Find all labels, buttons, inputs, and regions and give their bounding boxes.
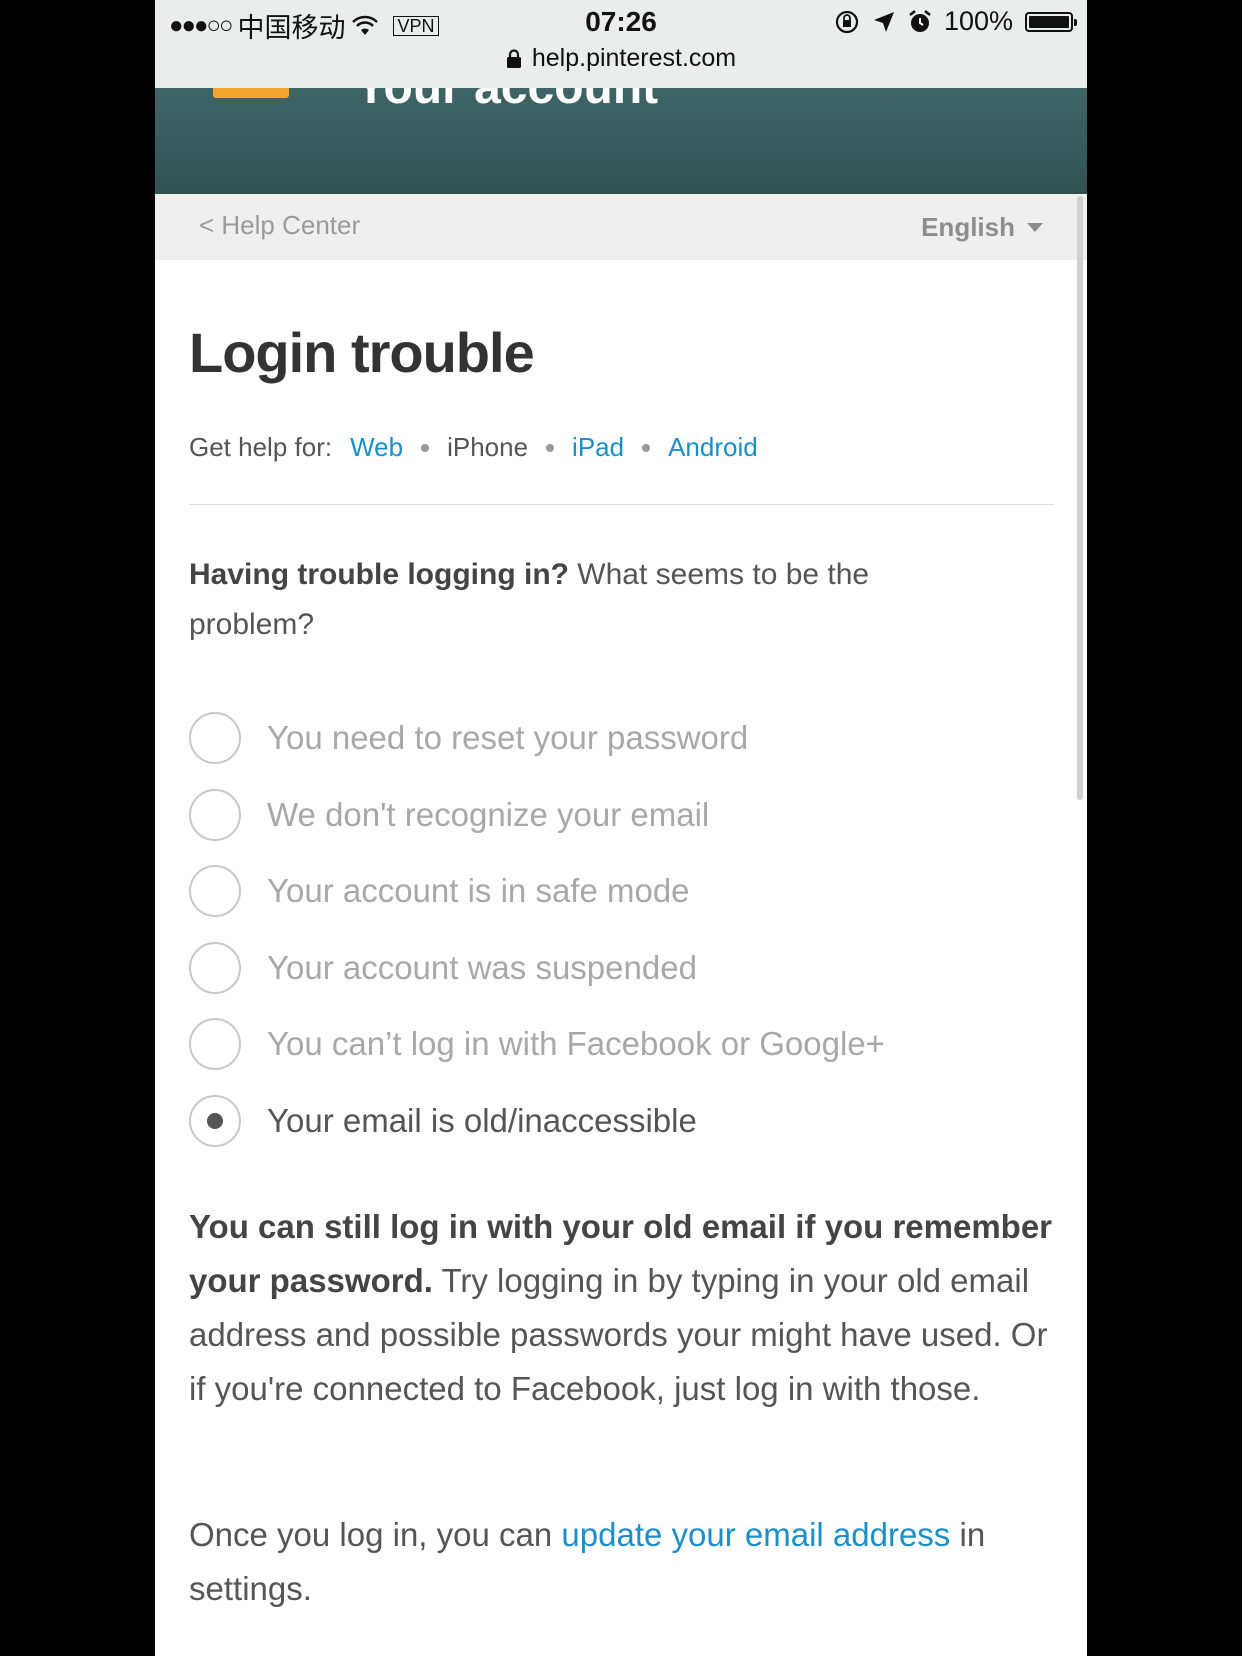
radio-button[interactable] [189, 712, 241, 765]
banner-title: Your account [355, 88, 658, 115]
divider [189, 504, 1054, 505]
page-title: Login trouble [189, 321, 535, 384]
radio-dot-icon [207, 1112, 223, 1129]
option-label: Your email is old/inaccessible [267, 1101, 697, 1139]
option-label: You can’t log in with Facebook or Google… [267, 1025, 885, 1063]
radio-button[interactable] [189, 788, 241, 841]
option-facebook-google[interactable]: You can’t log in with Facebook or Google… [189, 1006, 1054, 1083]
option-label: We don't recognize your email [267, 795, 710, 833]
platform-android-link[interactable]: Android [668, 432, 758, 463]
scrollbar[interactable] [1077, 196, 1083, 800]
option-reset-password[interactable]: You need to reset your password [189, 700, 1054, 777]
option-label: Your account is in safe mode [267, 872, 690, 910]
option-suspended[interactable]: Your account was suspended [189, 930, 1054, 1007]
radio-button-selected[interactable] [189, 1094, 241, 1147]
phone-screen: ●●●○○ 中国移动 VPN 07:26 100% help.pinterest… [155, 0, 1087, 1656]
help-for-label: Get help for: [189, 432, 333, 462]
rotation-lock-icon [835, 10, 859, 33]
option-safe-mode[interactable]: Your account is in safe mode [189, 853, 1054, 930]
battery-icon [1025, 11, 1077, 32]
battery-percent: 100% [943, 6, 1013, 36]
separator-dot [421, 443, 430, 452]
platform-web-link[interactable]: Web [350, 432, 403, 463]
option-email-not-recognized[interactable]: We don't recognize your email [189, 777, 1054, 854]
language-label: English [921, 212, 1015, 242]
radio-button[interactable] [189, 941, 241, 994]
url-text: help.pinterest.com [531, 44, 737, 72]
platform-iphone-current: iPhone [447, 432, 529, 462]
question-bold: Having trouble logging in? [189, 558, 569, 591]
alarm-icon [909, 9, 931, 32]
platform-selector: Get help for: Web iPhone iPad Android [189, 432, 758, 463]
followup-paragraph: Once you log in, you can update your ema… [189, 1508, 1054, 1616]
location-arrow-icon [873, 11, 894, 32]
option-email-old[interactable]: Your email is old/inaccessible [189, 1083, 1054, 1160]
radio-button[interactable] [189, 865, 241, 918]
caret-down-icon [1027, 223, 1043, 232]
option-label: Your account was suspended [267, 948, 697, 986]
problem-options: You need to reset your password We don't… [189, 700, 1054, 1159]
update-email-link[interactable]: update your email address [561, 1516, 950, 1553]
account-icon [213, 88, 289, 98]
address-bar[interactable]: help.pinterest.com [155, 44, 1087, 73]
radio-button[interactable] [189, 1018, 241, 1071]
followup-text-before: Once you log in, you can [189, 1516, 562, 1553]
status-bar: ●●●○○ 中国移动 VPN 07:26 100% help.pinterest… [155, 0, 1087, 89]
status-right: 100% [834, 6, 1077, 37]
lock-icon [506, 48, 521, 68]
platform-ipad-link[interactable]: iPad [572, 432, 624, 463]
header-banner: Your account [155, 88, 1087, 194]
help-center-back-link[interactable]: < Help Center [199, 210, 360, 241]
answer-paragraph: You can still log in with your old email… [189, 1200, 1054, 1416]
help-nav-bar: < Help Center English [155, 194, 1087, 260]
separator-dot [546, 443, 555, 452]
option-label: You need to reset your password [267, 719, 749, 757]
trouble-question: Having trouble logging in? What seems to… [189, 550, 949, 650]
language-selector[interactable]: English [921, 212, 1043, 243]
separator-dot [642, 443, 651, 452]
